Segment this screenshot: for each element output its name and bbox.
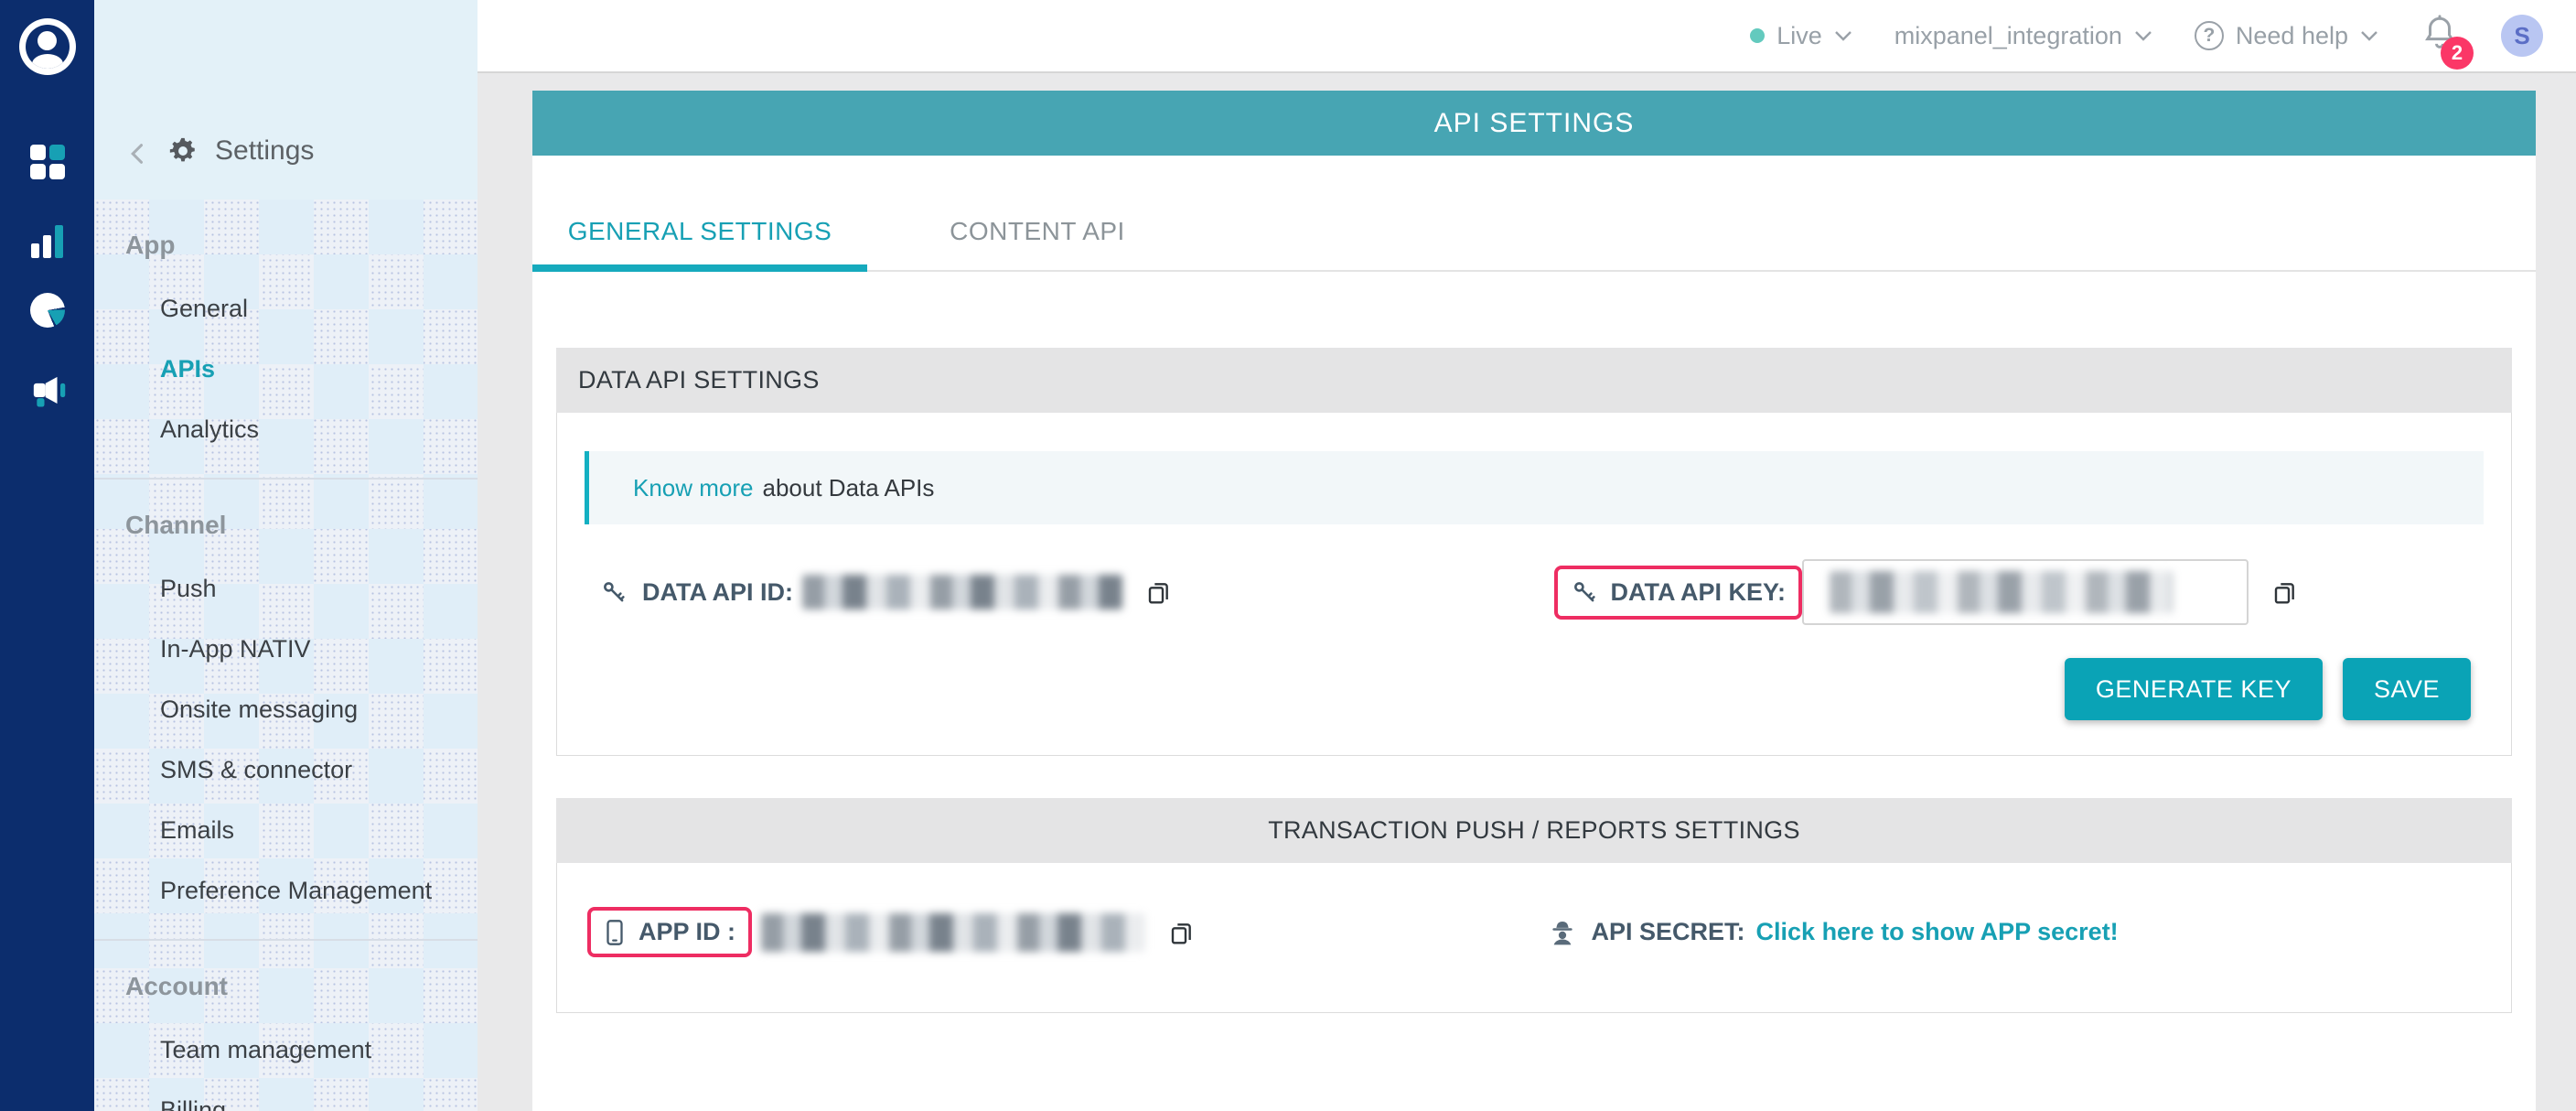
data-api-settings-section: DATA API SETTINGS Know more about Data A… xyxy=(556,348,2512,756)
data-api-key-label: DATA API KEY: xyxy=(1611,578,1787,607)
environment-selector[interactable]: Live xyxy=(1750,22,1852,50)
section-label-app: App xyxy=(125,231,478,260)
sidebar-item-sms-connector[interactable]: SMS & connector xyxy=(94,739,478,800)
sidebar-header: Settings xyxy=(94,0,478,200)
settings-sidebar: Settings App General APIs Analytics Chan… xyxy=(94,0,478,1111)
sidebar-item-apis[interactable]: APIs xyxy=(94,339,478,399)
transaction-settings-header: TRANSACTION PUSH / REPORTS SETTINGS xyxy=(556,798,2512,863)
show-app-secret-link[interactable]: Click here to show APP secret! xyxy=(1756,918,2119,946)
copy-data-api-key-button[interactable] xyxy=(2270,577,2300,607)
sidebar-item-inapp-nativ[interactable]: In-App NATIV xyxy=(94,619,478,679)
phone-icon xyxy=(604,919,626,946)
sidebar-item-push[interactable]: Push xyxy=(94,558,478,619)
topbar: Live mixpanel_integration ? Need help 2 … xyxy=(478,0,2576,73)
apps-grid-icon[interactable] xyxy=(30,145,65,179)
page-title-banner: API SETTINGS xyxy=(532,91,2536,156)
sidebar-item-preference-management[interactable]: Preference Management xyxy=(94,860,478,921)
sidebar-title: Settings xyxy=(215,135,314,167)
analytics-bars-icon[interactable] xyxy=(31,225,63,258)
notification-count-badge: 2 xyxy=(2441,37,2474,70)
tab-bar: GENERAL SETTINGS CONTENT API xyxy=(532,156,2536,272)
notifications-bell[interactable]: 2 xyxy=(2420,12,2459,60)
nav-rail xyxy=(0,0,94,1111)
copy-data-api-id-button[interactable] xyxy=(1144,577,1174,607)
chevron-down-icon xyxy=(2360,30,2378,41)
data-api-id-value-redacted xyxy=(802,575,1122,609)
transaction-settings-section: TRANSACTION PUSH / REPORTS SETTINGS APP … xyxy=(556,798,2512,1013)
section-label-account: Account xyxy=(125,972,478,1001)
app-id-label: APP ID : xyxy=(639,918,735,946)
live-status-dot xyxy=(1750,28,1765,43)
api-secret-label: API SECRET: xyxy=(1592,918,1745,946)
brand-logo-icon[interactable] xyxy=(19,18,76,75)
save-button[interactable]: SAVE xyxy=(2343,658,2471,720)
data-api-id-label: DATA API ID: xyxy=(642,578,793,607)
need-help-menu[interactable]: ? Need help xyxy=(2195,21,2378,50)
know-more-infobox: Know more about Data APIs xyxy=(585,451,2484,524)
sidebar-menu: App General APIs Analytics Channel Push … xyxy=(94,200,478,1111)
api-settings-card: API SETTINGS GENERAL SETTINGS CONTENT AP… xyxy=(532,91,2536,1111)
data-api-key-highlight: DATA API KEY: xyxy=(1554,566,1803,620)
tab-general-settings[interactable]: GENERAL SETTINGS xyxy=(532,217,867,270)
live-label: Live xyxy=(1776,22,1822,50)
know-more-link[interactable]: Know more xyxy=(633,474,754,502)
chevron-down-icon xyxy=(1834,30,1852,41)
megaphone-icon[interactable] xyxy=(27,372,68,415)
sidebar-item-onsite-messaging[interactable]: Onsite messaging xyxy=(94,679,478,739)
app-id-value-redacted xyxy=(761,913,1145,952)
generate-key-button[interactable]: GENERATE KEY xyxy=(2065,658,2323,720)
copy-icon xyxy=(2270,577,2300,607)
project-selector[interactable]: mixpanel_integration xyxy=(1894,22,2152,50)
pie-chart-icon[interactable] xyxy=(30,293,65,328)
sidebar-item-team-management[interactable]: Team management xyxy=(94,1019,478,1080)
sidebar-item-analytics[interactable]: Analytics xyxy=(94,399,478,459)
copy-app-id-button[interactable] xyxy=(1167,918,1197,947)
copy-icon xyxy=(1144,577,1174,607)
sidebar-item-billing[interactable]: Billing xyxy=(94,1080,478,1111)
section-label-channel: Channel xyxy=(125,511,478,540)
info-text: about Data APIs xyxy=(763,474,935,502)
sidebar-item-general[interactable]: General xyxy=(94,278,478,339)
chevron-down-icon xyxy=(2134,30,2152,41)
help-icon: ? xyxy=(2195,21,2224,50)
sidebar-item-emails[interactable]: Emails xyxy=(94,800,478,860)
tab-content-api[interactable]: CONTENT API xyxy=(867,217,1208,270)
secret-icon xyxy=(1548,918,1577,947)
copy-icon xyxy=(1167,918,1197,947)
user-avatar[interactable]: S xyxy=(2501,15,2543,57)
data-api-settings-header: DATA API SETTINGS xyxy=(556,348,2512,413)
key-icon xyxy=(1571,578,1598,606)
gear-icon xyxy=(167,135,199,167)
project-name: mixpanel_integration xyxy=(1894,22,2122,50)
back-chevron-icon[interactable] xyxy=(125,141,151,167)
app-id-highlight: APP ID : xyxy=(587,907,752,957)
data-api-key-input[interactable] xyxy=(1802,559,2249,625)
key-icon xyxy=(600,578,628,606)
data-api-key-value-redacted xyxy=(1830,571,2173,613)
need-help-label: Need help xyxy=(2236,22,2348,50)
